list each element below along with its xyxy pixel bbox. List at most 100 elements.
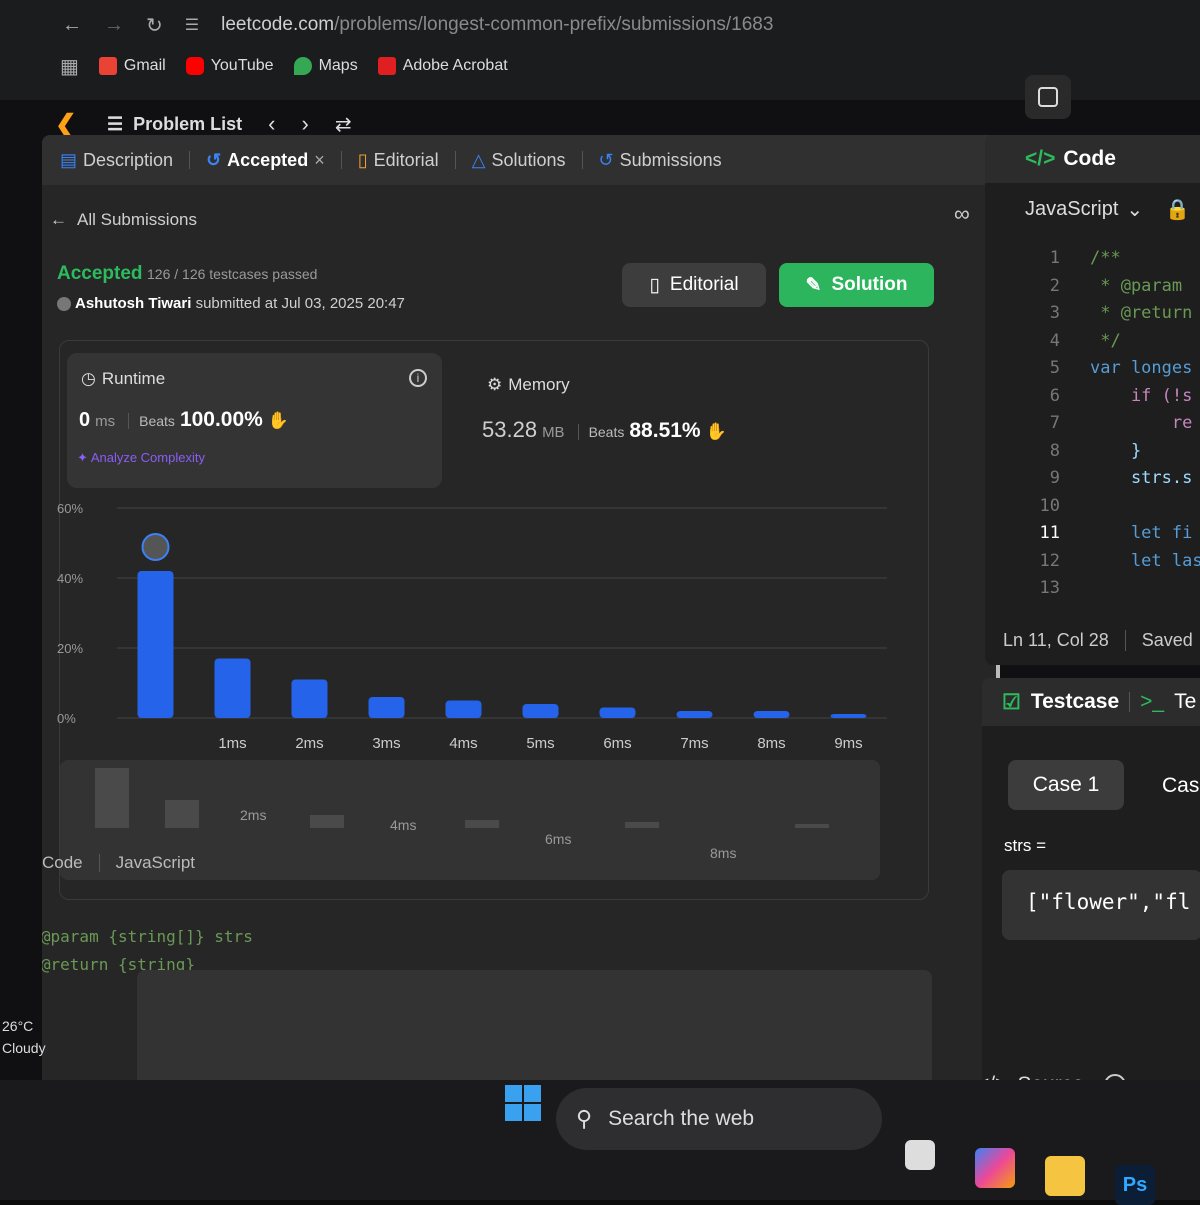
chart-bar[interactable] bbox=[291, 679, 328, 719]
tab-divider bbox=[340, 151, 342, 169]
task-view-icon[interactable] bbox=[905, 1140, 935, 1170]
problem-list-button[interactable]: ☰ Problem List bbox=[107, 114, 242, 135]
memory-title[interactable]: ⚙ Memory bbox=[487, 375, 570, 395]
x-tick-label: 8ms bbox=[757, 735, 785, 752]
taskbar-search[interactable]: ⚲ Search the web bbox=[556, 1088, 882, 1150]
next-problem-icon[interactable]: › bbox=[302, 111, 309, 137]
forward-icon[interactable]: → bbox=[104, 14, 124, 37]
analyze-complexity-link[interactable]: ✦ Analyze Complexity bbox=[77, 450, 205, 466]
code-line: 10 bbox=[1025, 493, 1200, 521]
bookmark-youtube[interactable]: YouTube bbox=[185, 57, 274, 75]
line-text: let fi bbox=[1090, 523, 1193, 543]
chart-bar[interactable] bbox=[137, 571, 174, 718]
panel-tabs: ▤ Description ↺ Accepted × ▯ Editorial △ Solu… bbox=[42, 135, 1000, 185]
line-text: } bbox=[1090, 440, 1142, 461]
code-editor[interactable]: 1/** 2 * @param 3 * @return 4 */5 var longes… bbox=[1025, 245, 1200, 598]
url-field[interactable]: leetcode.com/problems/longest-common-pre… bbox=[221, 14, 773, 36]
windows-start-icon[interactable] bbox=[505, 1085, 541, 1121]
code-line: 1 /** bbox=[1025, 245, 1200, 273]
submitted-by: Ashutosh Tiwari submitted at Jul 03, 202… bbox=[57, 295, 405, 312]
code-line: 3 * @return bbox=[1025, 300, 1200, 328]
share-link-icon[interactable]: ∞ bbox=[954, 201, 970, 227]
chart-bar[interactable] bbox=[368, 697, 405, 718]
solution-button[interactable]: ✎ Solution bbox=[779, 263, 934, 307]
language-select[interactable]: JavaScript ⌄ 🔒 bbox=[1025, 197, 1190, 222]
youtube-icon bbox=[185, 57, 204, 75]
book-icon: ▯ bbox=[357, 149, 368, 170]
lock-icon: 🔒 bbox=[1165, 199, 1191, 221]
chart-bar[interactable] bbox=[214, 658, 251, 719]
site-settings-icon[interactable]: ☰ bbox=[185, 15, 199, 35]
apps-grid-icon[interactable]: ▦ bbox=[60, 54, 79, 79]
shuffle-icon[interactable]: ⇄ bbox=[335, 112, 352, 137]
acrobat-icon bbox=[377, 57, 396, 75]
photoshop-icon[interactable]: Ps bbox=[1115, 1165, 1155, 1205]
tab-submissions[interactable]: ↺ Submissions bbox=[599, 150, 722, 171]
runtime-value: 0 ms Beats 100.00% ✋ bbox=[79, 408, 290, 431]
divider bbox=[1124, 630, 1126, 651]
reload-icon[interactable]: ↻ bbox=[146, 13, 163, 38]
line-text: strs.s bbox=[1090, 468, 1193, 488]
tab-accepted[interactable]: ↺ Accepted × bbox=[206, 150, 325, 171]
bookmark-acrobat[interactable]: Adobe Acrobat bbox=[377, 57, 508, 75]
tab-divider bbox=[581, 151, 583, 169]
close-tab-icon[interactable]: × bbox=[314, 150, 325, 171]
mini-label: 2ms bbox=[240, 807, 266, 823]
chart-bar[interactable] bbox=[830, 714, 867, 718]
line-text: */ bbox=[1090, 330, 1121, 351]
line-number: 3 bbox=[1049, 303, 1060, 323]
bookmark-maps[interactable]: Maps bbox=[293, 57, 358, 75]
code-line: 5 var longes bbox=[1025, 355, 1200, 383]
case-1-button[interactable]: Case 1 bbox=[1008, 760, 1124, 810]
code-line: 2 * @param bbox=[1025, 273, 1200, 301]
code-line: 9 strs.s bbox=[1025, 465, 1200, 493]
maps-icon bbox=[293, 57, 312, 75]
mini-bar bbox=[165, 800, 199, 828]
code-line: 11 let fi bbox=[1025, 520, 1200, 548]
line-text: let las bbox=[1090, 550, 1200, 571]
runtime-card[interactable]: ◷ Runtime i 0 ms Beats 100.00% ✋ ✦ Analyz… bbox=[67, 353, 442, 488]
clap-icon: ✋ bbox=[267, 411, 290, 430]
chart-bar[interactable] bbox=[599, 707, 636, 719]
editorial-button[interactable]: ▯ Editorial bbox=[622, 263, 766, 307]
notes-icon[interactable] bbox=[1025, 75, 1071, 119]
weather-widget[interactable]: 26°C Cloudy bbox=[2, 1015, 46, 1059]
line-text: if (!s bbox=[1090, 385, 1193, 406]
bookmark-gmail[interactable]: Gmail bbox=[98, 57, 166, 75]
tab-test-result[interactable]: Te bbox=[1174, 690, 1196, 714]
testcase-panel: ☑ Testcase >_ Te Case 1 Cas strs = ["flo… bbox=[982, 678, 1200, 1108]
line-number: 7 bbox=[1049, 413, 1060, 433]
file-explorer-icon[interactable] bbox=[1045, 1156, 1085, 1196]
gmail-icon bbox=[98, 57, 117, 75]
case-2-button[interactable]: Cas bbox=[1162, 774, 1199, 798]
line-text: * @param bbox=[1090, 275, 1183, 296]
history-icon: ↺ bbox=[598, 149, 614, 170]
chart-bar[interactable] bbox=[753, 711, 790, 718]
x-tick-label: 3ms bbox=[372, 735, 400, 752]
description-icon: ▤ bbox=[60, 149, 78, 170]
tab-testcase[interactable]: Testcase bbox=[1031, 690, 1119, 714]
bookmarks-bar: ▦ Gmail YouTube Maps Adobe Acrobat bbox=[60, 46, 508, 86]
mini-bar bbox=[310, 815, 344, 828]
all-submissions-link[interactable]: ← All Submissions bbox=[50, 210, 197, 230]
line-number: 5 bbox=[1049, 358, 1060, 378]
mini-bar bbox=[465, 820, 499, 828]
chart-bar[interactable] bbox=[676, 711, 713, 718]
copilot-icon[interactable] bbox=[975, 1148, 1015, 1188]
back-icon[interactable]: ← bbox=[62, 14, 82, 37]
info-icon[interactable]: i bbox=[409, 369, 427, 387]
strs-label: strs = bbox=[1004, 836, 1047, 855]
chevron-down-icon: ⌄ bbox=[1126, 199, 1144, 221]
chart-bar[interactable] bbox=[522, 704, 559, 718]
chart-bar[interactable] bbox=[445, 700, 482, 719]
tab-editorial[interactable]: ▯ Editorial bbox=[358, 150, 439, 171]
tab-solutions[interactable]: △ Solutions bbox=[472, 150, 566, 171]
arrow-left-icon: ← bbox=[50, 210, 67, 229]
prev-problem-icon[interactable]: ‹ bbox=[268, 111, 275, 137]
line-number: 12 bbox=[1039, 550, 1060, 571]
strs-input[interactable]: ["flower","fl bbox=[1002, 870, 1200, 940]
sparkle-icon: ✦ bbox=[77, 450, 88, 465]
y-tick-label: 20% bbox=[57, 641, 83, 656]
tab-description[interactable]: ▤ Description bbox=[60, 150, 173, 171]
submitted-code-bar: Code JavaScript bbox=[42, 853, 196, 872]
